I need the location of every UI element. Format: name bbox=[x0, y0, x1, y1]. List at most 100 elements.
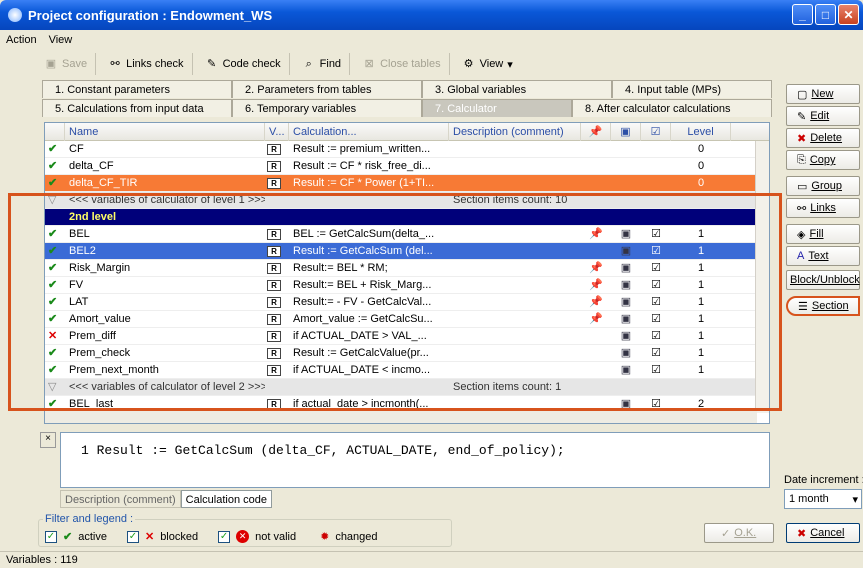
copy-icon: ⎘ bbox=[797, 153, 806, 166]
tab-parameters-from-tables[interactable]: 2. Parameters from tables bbox=[232, 80, 422, 98]
text-button[interactable]: A Text bbox=[786, 246, 860, 266]
view-dropdown[interactable]: ⚙ View ▾ bbox=[454, 53, 521, 75]
header-pin[interactable]: 📌 bbox=[581, 123, 611, 141]
type-cell: R bbox=[265, 175, 289, 192]
line-number: 1 bbox=[81, 443, 89, 458]
close-tables-button[interactable]: ⊠ Close tables bbox=[354, 53, 450, 75]
checkbox-cell[interactable] bbox=[641, 158, 671, 175]
checkbox-cell[interactable]: ☑ bbox=[641, 294, 671, 311]
tab-global-variables[interactable]: 3. Global variables bbox=[422, 80, 612, 98]
checkbox-cell[interactable]: ☑ bbox=[641, 243, 671, 260]
name-cell: LAT bbox=[69, 296, 89, 308]
calculation-cell: Amort_value := GetCalcSu... bbox=[293, 313, 433, 325]
code-check-button[interactable]: ✎ Code check bbox=[197, 53, 290, 75]
header-description[interactable]: Description (comment) bbox=[449, 123, 581, 141]
tab-input-table[interactable]: 4. Input table (MPs) bbox=[612, 80, 772, 98]
checkbox-cell[interactable] bbox=[641, 379, 671, 396]
checkbox-checked-icon: ☑ bbox=[651, 262, 661, 274]
pin-cell bbox=[581, 345, 611, 362]
type-badge: R bbox=[267, 143, 281, 155]
checkbox-cell[interactable] bbox=[641, 141, 671, 158]
maximize-button[interactable]: □ bbox=[815, 4, 836, 25]
checkbox-cell[interactable] bbox=[641, 192, 671, 209]
tab-temporary-variables[interactable]: 6. Temporary variables bbox=[232, 99, 422, 117]
filter-not-valid-checkbox[interactable]: ✓ bbox=[218, 530, 231, 543]
menu-action[interactable]: Action bbox=[6, 34, 37, 46]
filter-active-checkbox[interactable]: ✓ bbox=[45, 530, 57, 543]
checkbox-cell[interactable]: ☑ bbox=[641, 328, 671, 345]
ok-button[interactable]: ✓ O.K. bbox=[704, 523, 774, 543]
table-row[interactable]: ✔ BEL2 R Result := GetCalcSum (del... ▣ ☑ 1 bbox=[45, 243, 757, 260]
calculation-cell: Result := CF * risk_free_di... bbox=[293, 160, 431, 172]
table-row[interactable]: ✔ Prem_check R Result := GetCalcValue(pr...… bbox=[45, 345, 757, 362]
header-disk[interactable]: ▣ bbox=[611, 123, 641, 141]
section-button[interactable]: ☰ Section bbox=[786, 296, 860, 316]
code-editor[interactable]: 1 Result := GetCalcSum (delta_CF, ACTUAL… bbox=[60, 432, 770, 488]
checkbox-cell[interactable]: ☑ bbox=[641, 345, 671, 362]
type-cell bbox=[265, 379, 289, 396]
section-row[interactable]: ▽ <<< variables of calculator of level 1 … bbox=[45, 192, 757, 209]
table-row[interactable]: ✕ Prem_diff Rif ACTUAL_DATE > VAL_... ▣ ☑ 1 bbox=[45, 328, 757, 345]
vertical-scrollbar[interactable] bbox=[755, 141, 769, 413]
group-header-row[interactable]: 2nd level bbox=[45, 209, 757, 226]
checkbox-cell[interactable]: ☑ bbox=[641, 311, 671, 328]
tab-calculator[interactable]: 7. Calculator bbox=[422, 99, 572, 117]
tab-after-calculator[interactable]: 8. After calculator calculations bbox=[572, 99, 772, 117]
type-badge: R bbox=[267, 347, 281, 359]
name-cell: Amort_value bbox=[69, 313, 131, 325]
checkbox-cell[interactable]: ☑ bbox=[641, 362, 671, 379]
level-cell bbox=[671, 192, 731, 209]
checkbox-cell[interactable] bbox=[641, 209, 671, 226]
header-check[interactable]: ☑ bbox=[641, 123, 671, 141]
close-button[interactable]: ✕ bbox=[838, 4, 859, 25]
tab-calculation-code[interactable]: Calculation code bbox=[180, 490, 272, 508]
table-row[interactable]: ✔ LAT R Result:= - FV - GetCalcVal... 📌 ▣ ☑ 1 bbox=[45, 294, 757, 311]
section-row[interactable]: ▽ <<< variables of calculator of level 2 … bbox=[45, 379, 757, 396]
save-cell: ▣ bbox=[611, 226, 641, 243]
table-row[interactable]: ✔ Risk_Margin R Result:= BEL * RM; 📌 ▣ ☑ 1 bbox=[45, 260, 757, 277]
delete-button[interactable]: ✖ Delete bbox=[786, 128, 860, 148]
filter-blocked-checkbox[interactable]: ✓ bbox=[126, 530, 139, 543]
collapse-editor-button[interactable]: × bbox=[40, 432, 56, 448]
date-increment-select[interactable]: 1 month ▾ bbox=[784, 489, 862, 509]
minimize-button[interactable]: _ bbox=[792, 4, 813, 25]
tab-description-comment[interactable]: Description (comment) bbox=[60, 490, 181, 508]
header-calculation[interactable]: Calculation... bbox=[289, 123, 449, 141]
checkbox-cell[interactable]: ☑ bbox=[641, 277, 671, 294]
checkbox-cell[interactable] bbox=[641, 175, 671, 192]
header-v[interactable]: V... bbox=[265, 123, 289, 141]
table-row[interactable]: ✔ delta_CF R Result := CF * risk_free_di...… bbox=[45, 158, 757, 175]
horizontal-scrollbar[interactable] bbox=[45, 410, 757, 423]
table-row[interactable]: ✔ CF R Result := premium_written... 0 bbox=[45, 141, 757, 158]
tab-constant-parameters[interactable]: 1. Constant parameters bbox=[42, 80, 232, 98]
group-button[interactable]: ▭ Group bbox=[786, 176, 860, 196]
calculation-cell: Result := GetCalcValue(pr... bbox=[293, 347, 429, 359]
edit-button[interactable]: ✎ Edit bbox=[786, 106, 860, 126]
find-button[interactable]: ⌕ Find bbox=[294, 53, 351, 75]
pin-cell bbox=[581, 243, 611, 260]
copy-button[interactable]: ⎘ Copy bbox=[786, 150, 860, 170]
fill-button[interactable]: ◈ Fill bbox=[786, 224, 860, 244]
table-row[interactable]: ✔ Prem_next_month Rif ACTUAL_DATE < incmo.… bbox=[45, 362, 757, 379]
description-cell bbox=[449, 158, 581, 175]
checkbox-cell[interactable]: ☑ bbox=[641, 226, 671, 243]
menu-view[interactable]: View bbox=[49, 34, 73, 46]
table-row[interactable]: ✔ FV R Result:= BEL + Risk_Marg... 📌 ▣ ☑ 1 bbox=[45, 277, 757, 294]
links-button[interactable]: ⚯ Links bbox=[786, 198, 860, 218]
tab-calculations-from-input[interactable]: 5. Calculations from input data bbox=[42, 99, 232, 117]
save-button[interactable]: ▣ Save bbox=[36, 53, 97, 75]
links-check-button[interactable]: ⚯ Links check bbox=[100, 53, 193, 75]
cancel-button[interactable]: ✖ Cancel bbox=[786, 523, 860, 543]
table-row[interactable]: ✔ BEL R BEL := GetCalcSum(delta_... 📌 ▣ ☑ 1 bbox=[45, 226, 757, 243]
name-cell: CF bbox=[69, 143, 84, 155]
header-name[interactable]: Name bbox=[65, 123, 265, 141]
table-row[interactable]: ✔ delta_CF_TIR R Result := CF * Power (1+TI… bbox=[45, 175, 757, 192]
header-level[interactable]: Level bbox=[671, 123, 731, 141]
active-check-icon: ✔ bbox=[48, 398, 58, 410]
new-button[interactable]: ▢ New bbox=[786, 84, 860, 104]
level-cell: 1 bbox=[697, 347, 705, 359]
block-unblock-button[interactable]: Block/Unblock bbox=[786, 270, 860, 290]
table-row[interactable]: ✔ Amort_value R Amort_value := GetCalcSu...… bbox=[45, 311, 757, 328]
calculation-cell: if ACTUAL_DATE > VAL_... bbox=[293, 330, 427, 342]
checkbox-cell[interactable]: ☑ bbox=[641, 260, 671, 277]
